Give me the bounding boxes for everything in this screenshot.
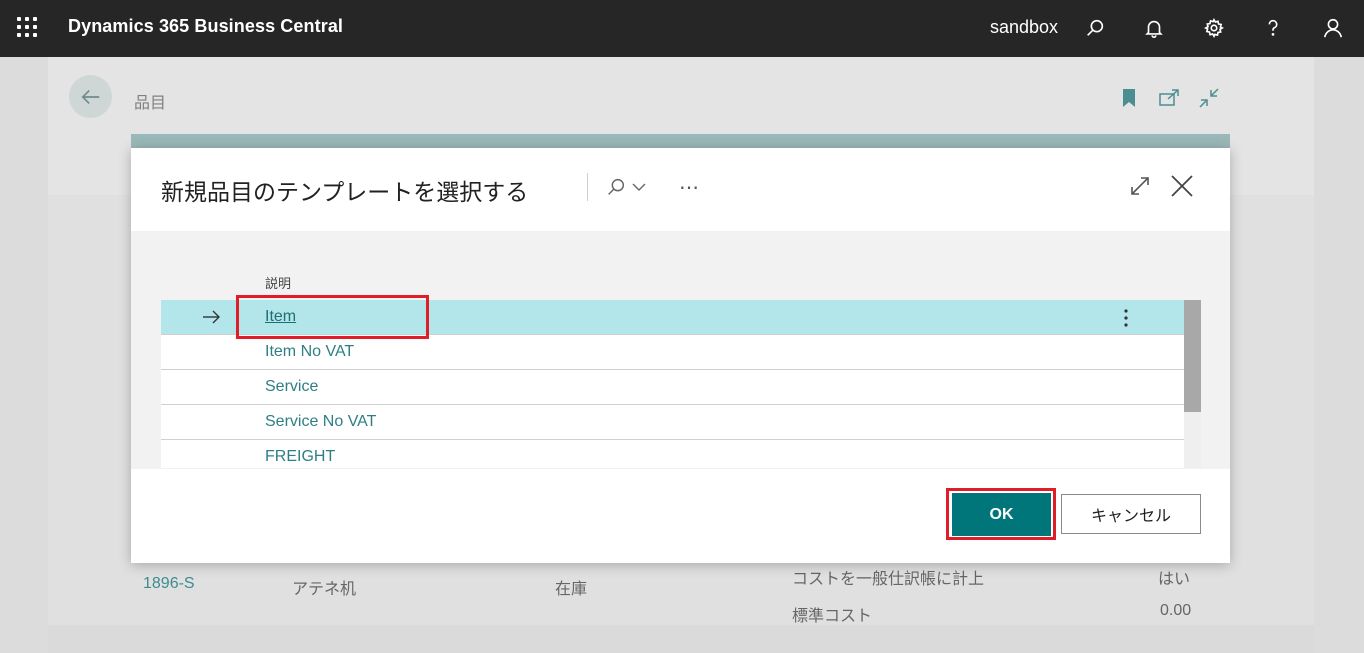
- search-button[interactable]: [605, 173, 653, 201]
- environment-name: sandbox: [990, 17, 1059, 37]
- table-row[interactable]: Service No VAT: [161, 405, 1184, 440]
- collapse-icon[interactable]: [1197, 86, 1221, 110]
- arrow-right-icon: [203, 310, 220, 324]
- background-field-label: コストを一般仕訳帳に計上: [792, 571, 985, 588]
- chevron-down-icon: [632, 183, 646, 191]
- table-row[interactable]: Item No VAT: [161, 335, 1184, 370]
- row-description[interactable]: Service No VAT: [265, 413, 376, 431]
- back-arrow-icon: [81, 89, 99, 104]
- breadcrumb: 品目: [134, 93, 167, 112]
- kebab-menu-icon[interactable]: [1116, 307, 1136, 329]
- search-icon[interactable]: [1080, 13, 1110, 43]
- template-select-dialog: 新規品目のテンプレートを選択する … 説明 Item Item No VAT S…: [131, 148, 1230, 563]
- app-title[interactable]: Dynamics 365 Business Central: [68, 16, 343, 37]
- row-description[interactable]: FREIGHT: [265, 448, 335, 466]
- background-banner: [131, 134, 1230, 148]
- search-icon: [608, 178, 625, 195]
- bell-icon[interactable]: [1139, 13, 1169, 43]
- back-button[interactable]: [69, 75, 112, 118]
- open-new-window-icon[interactable]: [1157, 86, 1181, 110]
- row-description[interactable]: Service: [265, 378, 318, 396]
- table-row[interactable]: Service: [161, 370, 1184, 405]
- background-item-number[interactable]: 1896-S: [143, 575, 195, 593]
- gear-icon[interactable]: [1199, 13, 1229, 43]
- column-header-description[interactable]: 説明: [265, 273, 291, 292]
- background-field-label: 標準コスト: [792, 608, 873, 625]
- background-field-value: 0.00: [1160, 602, 1192, 619]
- background-item-description: アテネ机: [292, 581, 357, 598]
- scrollbar-thumb[interactable]: [1184, 300, 1201, 412]
- user-icon[interactable]: [1318, 13, 1348, 43]
- background-field-value: はい: [1158, 571, 1191, 588]
- top-bar: Dynamics 365 Business Central sandbox: [0, 0, 1364, 57]
- page-footer: [48, 625, 1314, 653]
- bookmark-icon[interactable]: [1117, 86, 1141, 110]
- highlight-frame-item: [236, 295, 429, 339]
- more-options-icon[interactable]: …: [679, 170, 700, 194]
- table-row[interactable]: FREIGHT: [161, 440, 1184, 468]
- cancel-button[interactable]: キャンセル: [1061, 494, 1201, 534]
- background-item-type: 在庫: [555, 581, 588, 598]
- ok-button[interactable]: OK: [952, 493, 1051, 536]
- app-launcher-icon[interactable]: [17, 17, 39, 39]
- list-scrollbar[interactable]: [1184, 300, 1201, 468]
- title-divider: [587, 173, 588, 201]
- expand-icon[interactable]: [1128, 174, 1152, 198]
- row-description[interactable]: Item No VAT: [265, 343, 354, 361]
- close-icon[interactable]: [1168, 172, 1196, 200]
- help-icon[interactable]: [1258, 13, 1288, 43]
- dialog-title: 新規品目のテンプレートを選択する: [161, 180, 529, 206]
